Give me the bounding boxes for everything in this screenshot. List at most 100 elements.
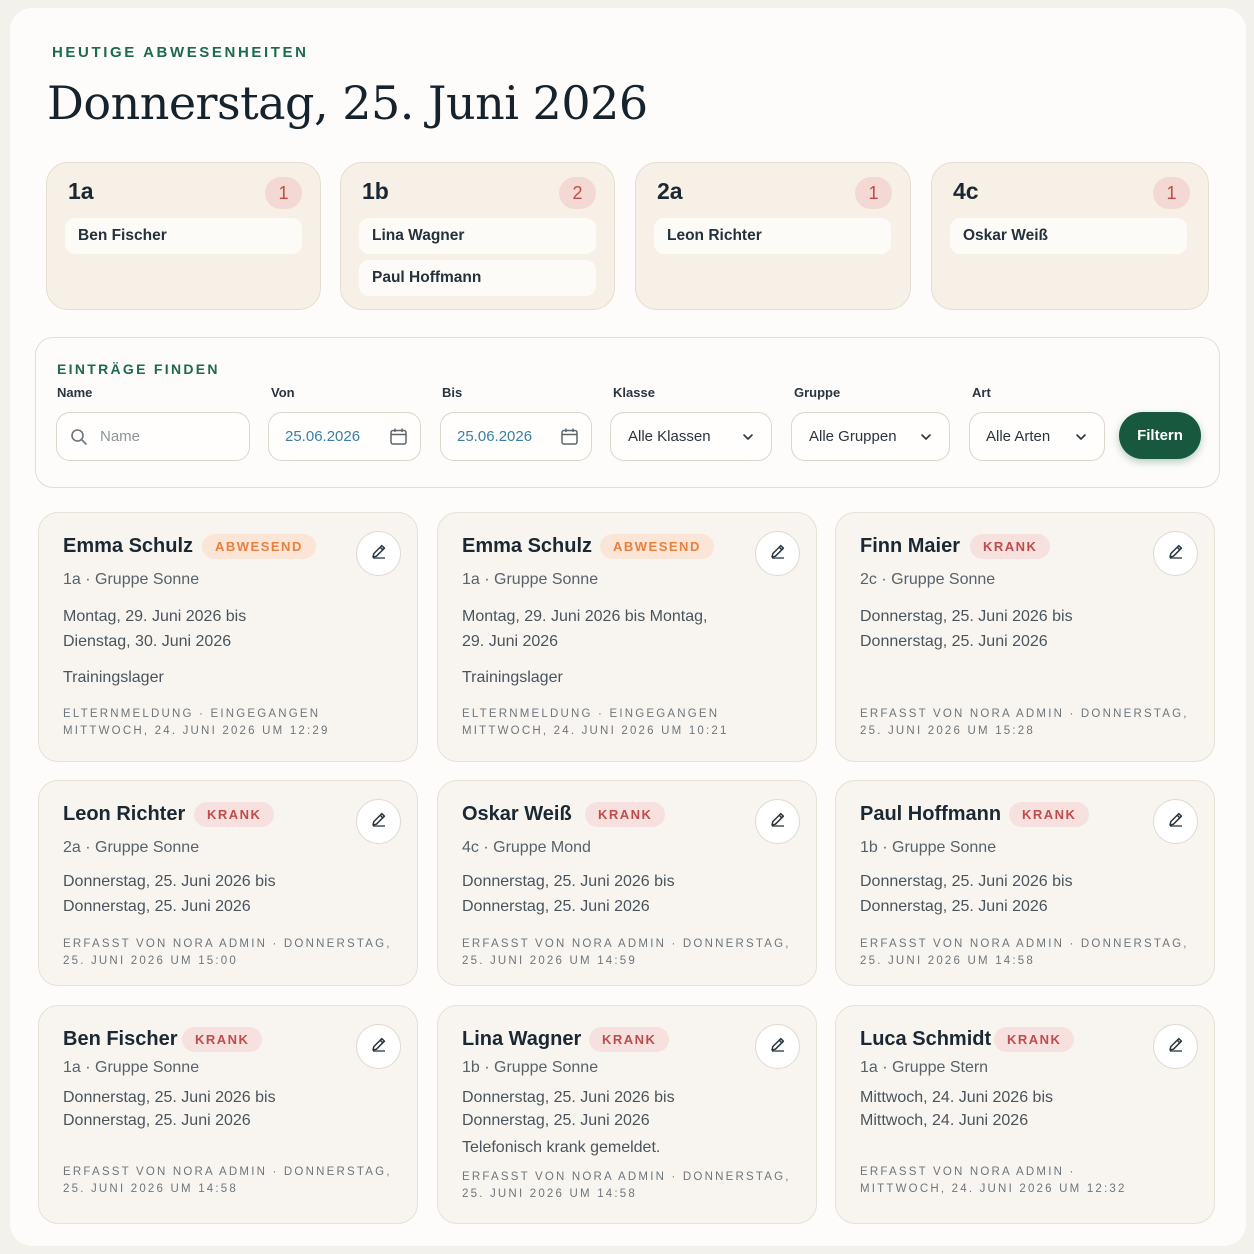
entry-card: Finn Maier KRANK 2c · Gruppe Sonne Donne… xyxy=(835,512,1215,762)
filter-panel: EINTRÄGE FINDEN Name Name Von 25.06.2026… xyxy=(35,337,1220,488)
pencil-icon xyxy=(1167,810,1185,833)
class-name: 4c xyxy=(953,178,979,204)
gruppe-select[interactable]: Alle Gruppen xyxy=(791,412,950,461)
absence-count-badge: 1 xyxy=(1153,177,1190,209)
entry-note: Trainingslager xyxy=(462,669,563,686)
entry-card: Paul Hoffmann KRANK 1b · Gruppe Sonne Do… xyxy=(835,780,1215,986)
name-label: Name xyxy=(57,385,93,400)
absent-student[interactable]: Oskar Weiß xyxy=(950,218,1187,254)
entry-date-range: Donnerstag, 25. Juni 2026 bis Donnerstag… xyxy=(462,873,675,915)
art-select[interactable]: Alle Arten xyxy=(969,412,1105,461)
entry-footer: ERFASST VON NORA ADMIN · DONNERSTAG, 25.… xyxy=(462,938,791,967)
entry-footer: ERFASST VON NORA ADMIN · MITTWOCH, 24. J… xyxy=(860,1166,1127,1195)
search-icon xyxy=(70,428,88,446)
gruppe-select-value: Alle Gruppen xyxy=(809,428,897,445)
entry-footer: ERFASST VON NORA ADMIN · DONNERSTAG, 25.… xyxy=(860,938,1189,967)
name-search-input[interactable]: Name xyxy=(56,412,250,461)
entry-class-group: 1b · Gruppe Sonne xyxy=(462,1059,599,1076)
page: HEUTIGE ABWESENHEITEN Donnerstag, 25. Ju… xyxy=(10,8,1246,1246)
art-select-value: Alle Arten xyxy=(986,428,1051,445)
calendar-icon[interactable] xyxy=(389,427,408,446)
entry-date-range: Donnerstag, 25. Juni 2026 bis Donnerstag… xyxy=(462,1089,675,1129)
edit-button[interactable] xyxy=(755,799,800,844)
absent-student[interactable]: Lina Wagner xyxy=(359,218,596,254)
edit-button[interactable] xyxy=(356,531,401,576)
edit-button[interactable] xyxy=(1153,799,1198,844)
class-name: 1b xyxy=(362,178,389,204)
edit-button[interactable] xyxy=(1153,1024,1198,1069)
status-badge: KRANK xyxy=(182,1027,263,1052)
entry-class-group: 1a · Gruppe Sonne xyxy=(462,571,599,588)
entry-date-range: Montag, 29. Juni 2026 bis Montag, 29. Ju… xyxy=(462,608,708,650)
entry-footer: ERFASST VON NORA ADMIN · DONNERSTAG, 25.… xyxy=(860,708,1189,737)
entry-class-group: 4c · Gruppe Mond xyxy=(462,839,591,856)
entry-card: Emma Schulz ABWESEND 1a · Gruppe Sonne M… xyxy=(437,512,817,762)
status-badge: ABWESEND xyxy=(600,534,714,559)
class-card-2a[interactable]: 2a 1 Leon Richter xyxy=(635,162,911,310)
entry-student-name: Emma Schulz xyxy=(63,535,194,557)
absent-student[interactable]: Ben Fischer xyxy=(65,218,302,254)
calendar-icon[interactable] xyxy=(560,427,579,446)
entry-class-group: 1a · Gruppe Sonne xyxy=(63,571,200,588)
filter-title: EINTRÄGE FINDEN xyxy=(57,361,220,377)
pencil-icon xyxy=(1167,1035,1185,1058)
bis-label: Bis xyxy=(442,385,463,400)
page-title: Donnerstag, 25. Juni 2026 xyxy=(47,76,648,130)
filter-button[interactable]: Filtern xyxy=(1119,412,1201,459)
edit-button[interactable] xyxy=(356,1024,401,1069)
pencil-icon xyxy=(769,542,787,565)
entry-date-range: Donnerstag, 25. Juni 2026 bis Donnerstag… xyxy=(63,873,276,915)
edit-button[interactable] xyxy=(356,799,401,844)
class-name: 2a xyxy=(657,178,683,204)
class-card-4c[interactable]: 4c 1 Oskar Weiß xyxy=(931,162,1209,310)
edit-button[interactable] xyxy=(1153,531,1198,576)
art-label: Art xyxy=(972,385,991,400)
absence-count-badge: 1 xyxy=(265,177,302,209)
class-card-1a[interactable]: 1a 1 Ben Fischer xyxy=(46,162,321,310)
status-badge: KRANK xyxy=(194,802,275,827)
status-badge: KRANK xyxy=(994,1027,1075,1052)
entry-date-range: Donnerstag, 25. Juni 2026 bis Donnerstag… xyxy=(860,608,1073,650)
entry-card: Leon Richter KRANK 2a · Gruppe Sonne Don… xyxy=(38,780,418,986)
entry-note: Trainingslager xyxy=(63,669,164,686)
edit-button[interactable] xyxy=(755,1024,800,1069)
pencil-icon xyxy=(370,542,388,565)
absent-student[interactable]: Leon Richter xyxy=(654,218,891,254)
entry-student-name: Lina Wagner xyxy=(462,1028,582,1050)
absent-student[interactable]: Paul Hoffmann xyxy=(359,260,596,296)
class-card-1b[interactable]: 1b 2 Lina Wagner Paul Hoffmann xyxy=(340,162,615,310)
von-date-value: 25.06.2026 xyxy=(285,428,361,445)
entry-note: Telefonisch krank gemeldet. xyxy=(462,1139,661,1156)
entry-card: Lina Wagner KRANK 1b · Gruppe Sonne Donn… xyxy=(437,1005,817,1224)
entry-date-range: Montag, 29. Juni 2026 bis Dienstag, 30. … xyxy=(63,608,247,650)
bis-date-field[interactable]: 25.06.2026 xyxy=(440,412,592,461)
entry-footer: ERFASST VON NORA ADMIN · DONNERSTAG, 25.… xyxy=(63,938,392,967)
entry-date-range: Donnerstag, 25. Juni 2026 bis Donnerstag… xyxy=(63,1089,276,1129)
entry-student-name: Paul Hoffmann xyxy=(860,803,1002,825)
entry-student-name: Finn Maier xyxy=(860,535,961,557)
status-badge: ABWESEND xyxy=(202,534,316,559)
bis-date-value: 25.06.2026 xyxy=(457,428,533,445)
von-label: Von xyxy=(271,385,295,400)
chevron-down-icon xyxy=(1075,433,1087,441)
entry-card: Ben Fischer KRANK 1a · Gruppe Sonne Donn… xyxy=(38,1005,418,1224)
entry-footer: ERFASST VON NORA ADMIN · DONNERSTAG, 25.… xyxy=(63,1166,392,1195)
entry-student-name: Leon Richter xyxy=(63,803,186,825)
entry-card: Oskar Weiß KRANK 4c · Gruppe Mond Donner… xyxy=(437,780,817,986)
entry-footer: ELTERNMELDUNG · EINGEGANGEN MITTWOCH, 24… xyxy=(63,708,330,737)
chevron-down-icon xyxy=(742,433,754,441)
entry-student-name: Oskar Weiß xyxy=(462,803,572,825)
pencil-icon xyxy=(769,810,787,833)
entry-class-group: 2a · Gruppe Sonne xyxy=(63,839,200,856)
entry-student-name: Ben Fischer xyxy=(63,1028,178,1050)
entry-student-name: Luca Schmidt xyxy=(860,1028,992,1050)
pencil-icon xyxy=(769,1035,787,1058)
entry-class-group: 1a · Gruppe Stern xyxy=(860,1059,989,1076)
entry-card: Luca Schmidt KRANK 1a · Gruppe Stern Mit… xyxy=(835,1005,1215,1224)
pencil-icon xyxy=(1167,542,1185,565)
edit-button[interactable] xyxy=(755,531,800,576)
von-date-field[interactable]: 25.06.2026 xyxy=(268,412,421,461)
status-badge: KRANK xyxy=(585,802,666,827)
entry-date-range: Mittwoch, 24. Juni 2026 bis Mittwoch, 24… xyxy=(860,1089,1053,1129)
klasse-select[interactable]: Alle Klassen xyxy=(610,412,772,461)
